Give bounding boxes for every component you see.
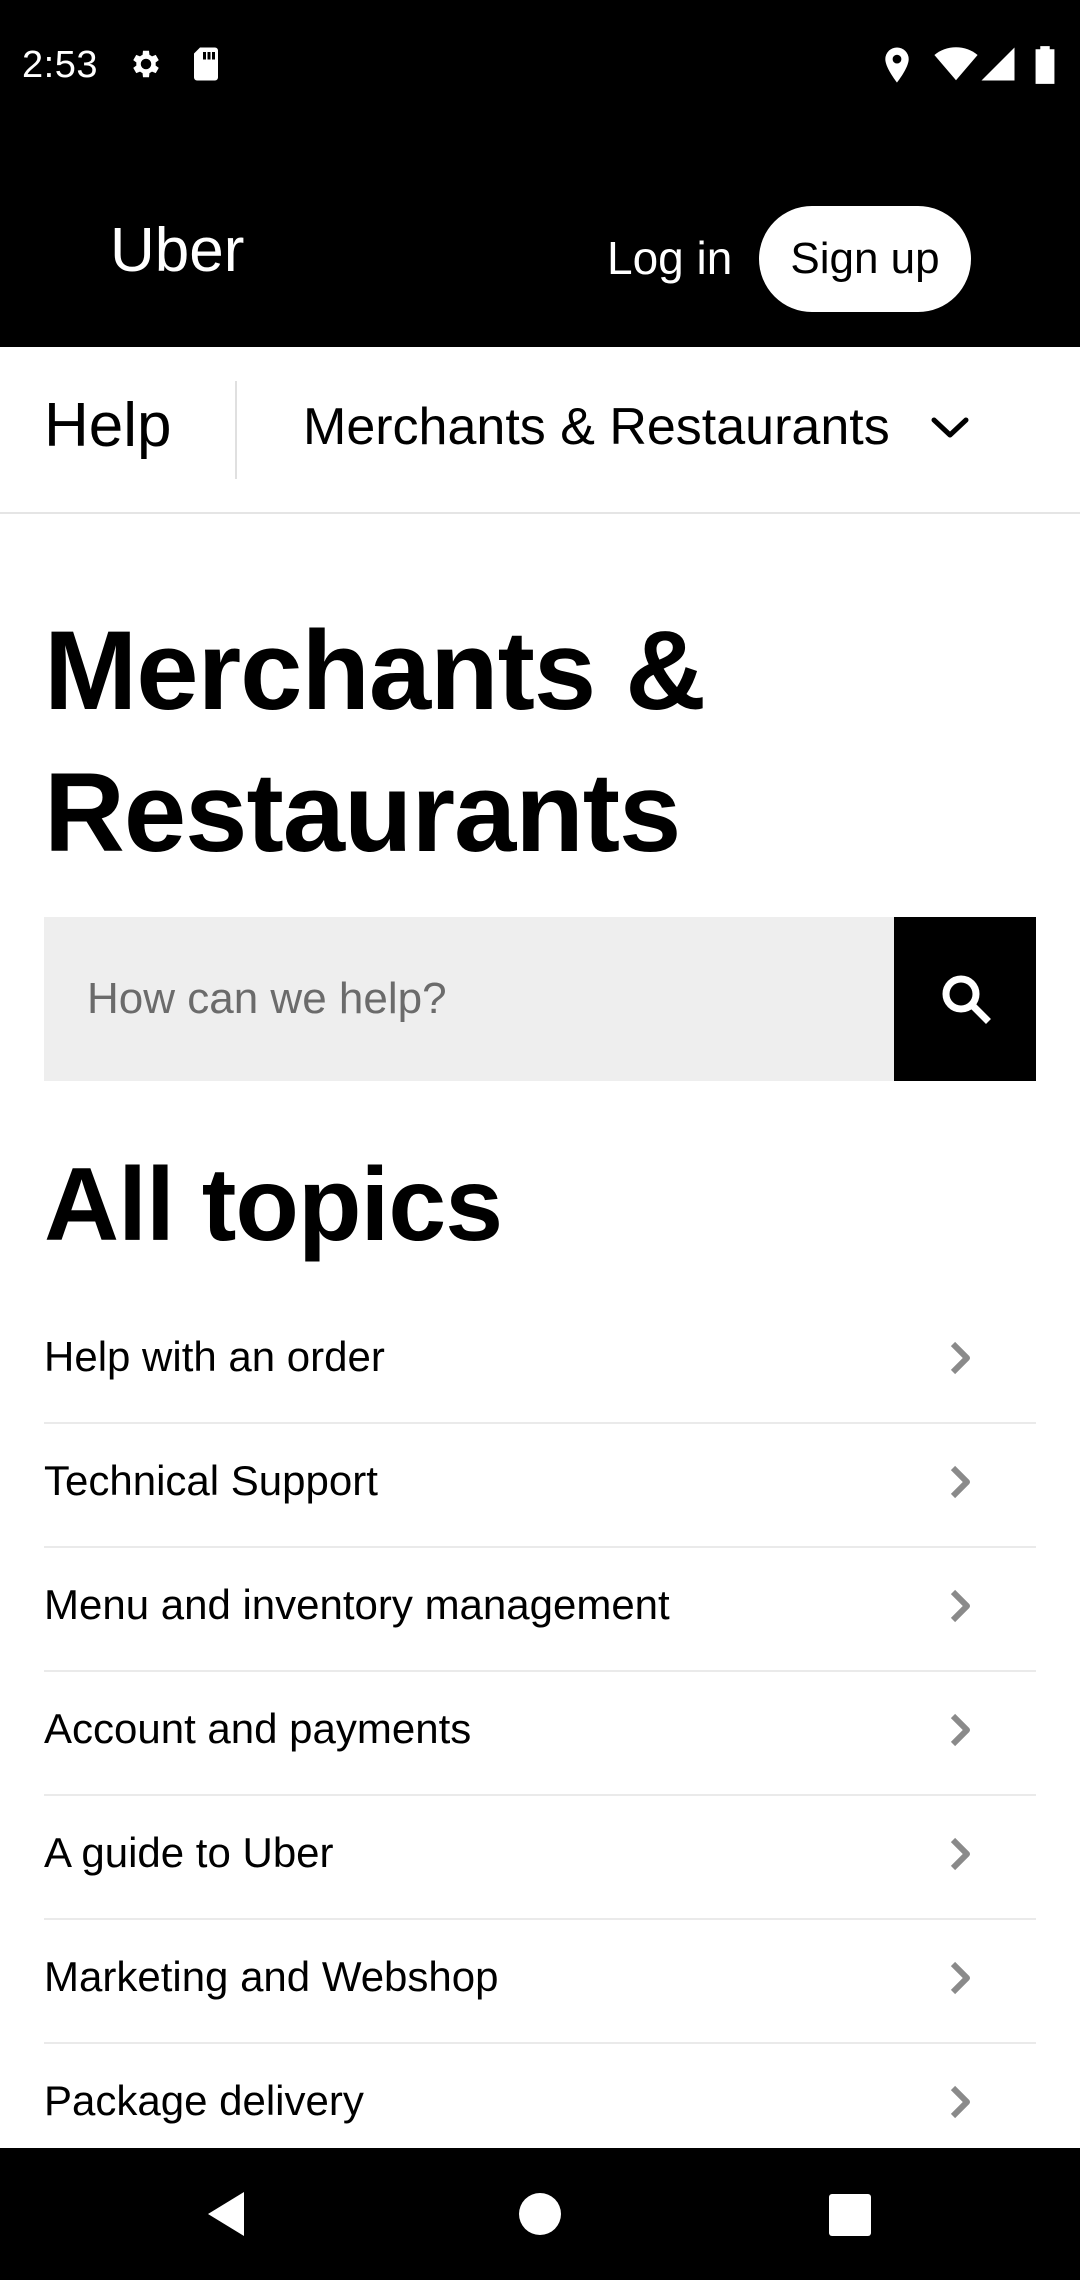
location-icon [882,46,912,84]
search-icon [939,972,991,1027]
topic-label: Help with an order [44,1333,385,1380]
chevron-down-icon[interactable] [930,415,970,446]
wifi-icon [934,46,978,82]
help-link[interactable]: Help [44,395,172,457]
topic-label: Marketing and Webshop [44,1953,499,2000]
battery-icon [1034,46,1056,84]
topic-item[interactable]: Account and payments [44,1672,1036,1796]
page-title-line2: Restaurants [44,750,681,875]
status-bar: 2:53 [0,0,1080,140]
topic-label: Menu and inventory management [44,1581,670,1628]
topic-label: A guide to Uber [44,1829,334,1876]
system-nav-bar [0,2148,1080,2280]
page-title: Merchants & Restaurants [44,600,1044,884]
chevron-right-icon [948,1340,972,1381]
topic-item[interactable]: Menu and inventory management [44,1548,1036,1672]
log-in-link[interactable]: Log in [607,235,732,281]
subnav-divider [235,381,237,479]
help-subnav: Help Merchants & Restaurants [0,347,1080,514]
topics-heading: All topics [44,1147,503,1263]
chevron-right-icon [948,2084,972,2125]
settings-icon [128,46,164,82]
topic-label: Technical Support [44,1457,378,1504]
site-header: Uber Log in Sign up [0,140,1080,347]
help-search [44,917,1036,1081]
home-icon[interactable] [518,2190,562,2243]
chevron-right-icon [948,1960,972,2001]
search-button[interactable] [894,917,1036,1081]
topic-list: Help with an order Technical Support Men… [44,1300,1036,2166]
chevron-right-icon [948,1836,972,1877]
uber-logo[interactable]: Uber [110,220,244,282]
recents-icon[interactable] [828,2190,872,2243]
topic-item[interactable]: Help with an order [44,1300,1036,1424]
topic-item[interactable]: A guide to Uber [44,1796,1036,1920]
search-input[interactable] [44,917,894,1081]
chevron-right-icon [948,1712,972,1753]
topic-item[interactable]: Marketing and Webshop [44,1920,1036,2044]
topic-label: Package delivery [44,2077,364,2124]
signal-icon [980,46,1016,82]
page-title-line1: Merchants & [44,608,706,733]
chevron-right-icon [948,1588,972,1629]
topic-item[interactable]: Technical Support [44,1424,1036,1548]
category-selector[interactable]: Merchants & Restaurants [303,401,890,453]
sign-up-button[interactable]: Sign up [759,206,971,312]
back-icon[interactable] [204,2190,248,2243]
chevron-right-icon [948,1464,972,1505]
sd-card-icon [190,46,222,82]
status-time: 2:53 [22,44,98,86]
topic-label: Account and payments [44,1705,472,1752]
